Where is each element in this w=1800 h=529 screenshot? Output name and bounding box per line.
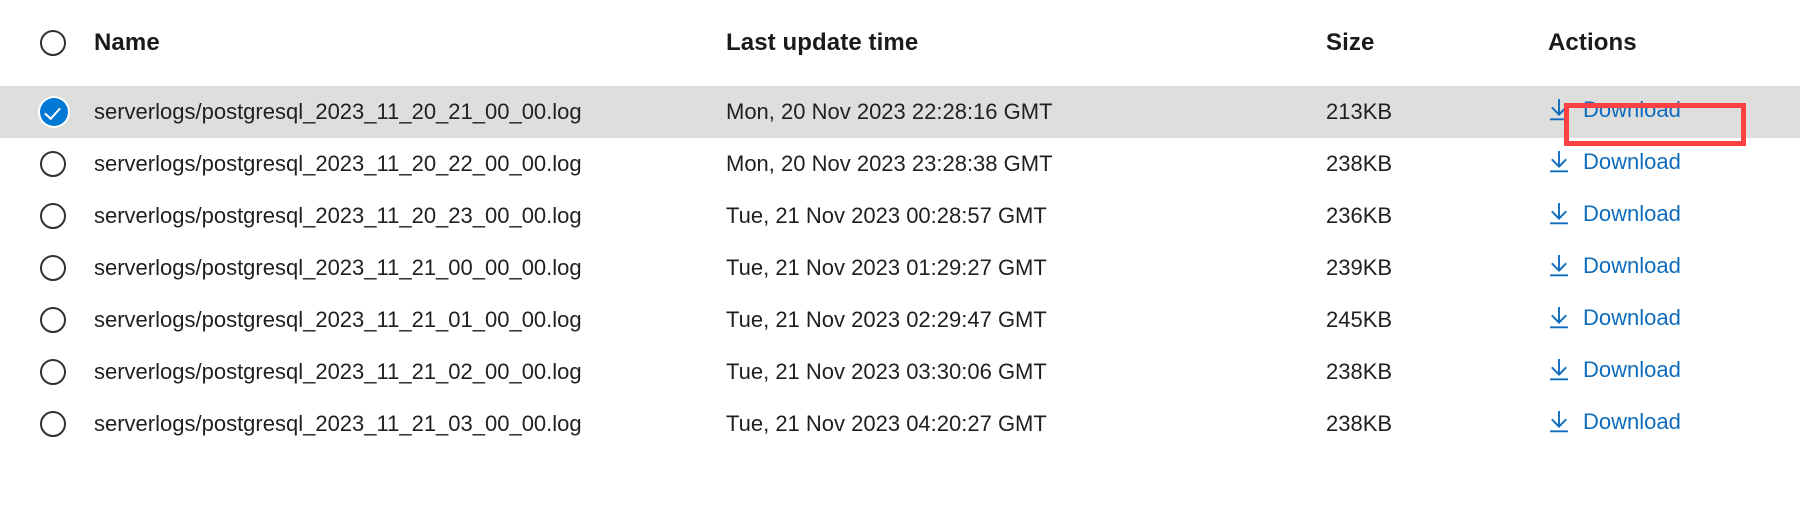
cell-size: 238KB	[1326, 359, 1393, 384]
table-row[interactable]: serverlogs/postgresql_2023_11_21_02_00_0…	[0, 346, 1800, 398]
download-link[interactable]: Download	[1548, 306, 1681, 330]
check-circle-icon[interactable]	[40, 98, 68, 126]
cell-size: 238KB	[1326, 411, 1393, 436]
cell-size: 236KB	[1326, 203, 1393, 228]
cell-last-update-time: Tue, 21 Nov 2023 02:29:47 GMT	[726, 307, 1047, 332]
cell-size: 239KB	[1326, 255, 1393, 280]
cell-size: 213KB	[1326, 99, 1393, 124]
cell-file-name: serverlogs/postgresql_2023_11_21_01_00_0…	[94, 307, 582, 332]
table-row[interactable]: serverlogs/postgresql_2023_11_20_21_00_0…	[0, 86, 1800, 138]
cell-file-name: serverlogs/postgresql_2023_11_20_23_00_0…	[94, 203, 582, 228]
row-select-cell[interactable]	[0, 203, 94, 229]
download-icon	[1548, 358, 1570, 382]
circle-outline-icon[interactable]	[40, 151, 66, 177]
select-all-cell[interactable]	[0, 30, 94, 56]
cell-file-name: serverlogs/postgresql_2023_11_20_21_00_0…	[94, 99, 582, 124]
circle-outline-icon[interactable]	[40, 307, 66, 333]
table-row[interactable]: serverlogs/postgresql_2023_11_20_22_00_0…	[0, 138, 1800, 190]
cell-actions: Download	[1548, 358, 1800, 387]
circle-outline-icon[interactable]	[40, 411, 66, 437]
cell-size: 238KB	[1326, 151, 1393, 176]
cell-file-name: serverlogs/postgresql_2023_11_21_00_00_0…	[94, 255, 582, 280]
row-select-cell[interactable]	[0, 411, 94, 437]
cell-actions: Download	[1548, 202, 1800, 231]
table-row[interactable]: serverlogs/postgresql_2023_11_21_00_00_0…	[0, 242, 1800, 294]
download-icon	[1548, 306, 1570, 330]
cell-actions: Download	[1548, 254, 1800, 283]
circle-outline-icon[interactable]	[40, 359, 66, 385]
column-header-actions: Actions	[1548, 29, 1637, 56]
download-icon	[1548, 202, 1570, 226]
download-label: Download	[1583, 96, 1681, 122]
table-row[interactable]: serverlogs/postgresql_2023_11_21_03_00_0…	[0, 398, 1800, 450]
download-label: Download	[1583, 304, 1681, 330]
file-list-table: Name Last update time Size Actions serve…	[0, 0, 1800, 529]
column-header-size[interactable]: Size	[1326, 29, 1548, 57]
cell-file-name: serverlogs/postgresql_2023_11_21_03_00_0…	[94, 411, 582, 436]
row-select-cell[interactable]	[0, 307, 94, 333]
cell-last-update-time: Mon, 20 Nov 2023 23:28:38 GMT	[726, 151, 1053, 176]
cell-actions: Download	[1548, 410, 1800, 439]
cell-actions: Download	[1548, 306, 1800, 335]
cell-actions: Download	[1548, 150, 1800, 179]
table-row[interactable]: serverlogs/postgresql_2023_11_21_01_00_0…	[0, 294, 1800, 346]
cell-last-update-time: Mon, 20 Nov 2023 22:28:16 GMT	[726, 99, 1053, 124]
download-link[interactable]: Download	[1548, 410, 1681, 434]
cell-last-update-time: Tue, 21 Nov 2023 04:20:27 GMT	[726, 411, 1047, 436]
download-link[interactable]: Download	[1548, 150, 1681, 174]
cell-last-update-time: Tue, 21 Nov 2023 00:28:57 GMT	[726, 203, 1047, 228]
circle-outline-icon[interactable]	[40, 203, 66, 229]
table-row[interactable]: serverlogs/postgresql_2023_11_20_23_00_0…	[0, 190, 1800, 242]
row-select-cell[interactable]	[0, 359, 94, 385]
table-body: serverlogs/postgresql_2023_11_20_21_00_0…	[0, 86, 1800, 450]
download-link[interactable]: Download	[1548, 358, 1681, 382]
row-select-cell[interactable]	[0, 255, 94, 281]
download-label: Download	[1583, 148, 1681, 174]
row-select-cell[interactable]	[0, 151, 94, 177]
download-link[interactable]: Download	[1548, 202, 1681, 226]
row-select-cell[interactable]	[0, 98, 94, 126]
cell-size: 245KB	[1326, 307, 1393, 332]
column-header-last-update-time[interactable]: Last update time	[726, 29, 1326, 57]
cell-file-name: serverlogs/postgresql_2023_11_21_02_00_0…	[94, 359, 582, 384]
circle-outline-icon[interactable]	[40, 30, 66, 56]
download-label: Download	[1583, 252, 1681, 278]
table-header-row: Name Last update time Size Actions	[0, 0, 1800, 86]
download-label: Download	[1583, 408, 1681, 434]
circle-outline-icon[interactable]	[40, 255, 66, 281]
download-link[interactable]: Download	[1548, 254, 1681, 278]
download-icon	[1548, 150, 1570, 174]
download-icon	[1548, 254, 1570, 278]
download-icon	[1548, 98, 1570, 122]
download-label: Download	[1583, 200, 1681, 226]
cell-actions: Download	[1548, 98, 1800, 127]
cell-last-update-time: Tue, 21 Nov 2023 03:30:06 GMT	[726, 359, 1047, 384]
download-label: Download	[1583, 356, 1681, 382]
download-link[interactable]: Download	[1548, 98, 1681, 122]
download-icon	[1548, 410, 1570, 434]
cell-file-name: serverlogs/postgresql_2023_11_20_22_00_0…	[94, 151, 582, 176]
column-header-name[interactable]: Name	[94, 29, 726, 57]
cell-last-update-time: Tue, 21 Nov 2023 01:29:27 GMT	[726, 255, 1047, 280]
